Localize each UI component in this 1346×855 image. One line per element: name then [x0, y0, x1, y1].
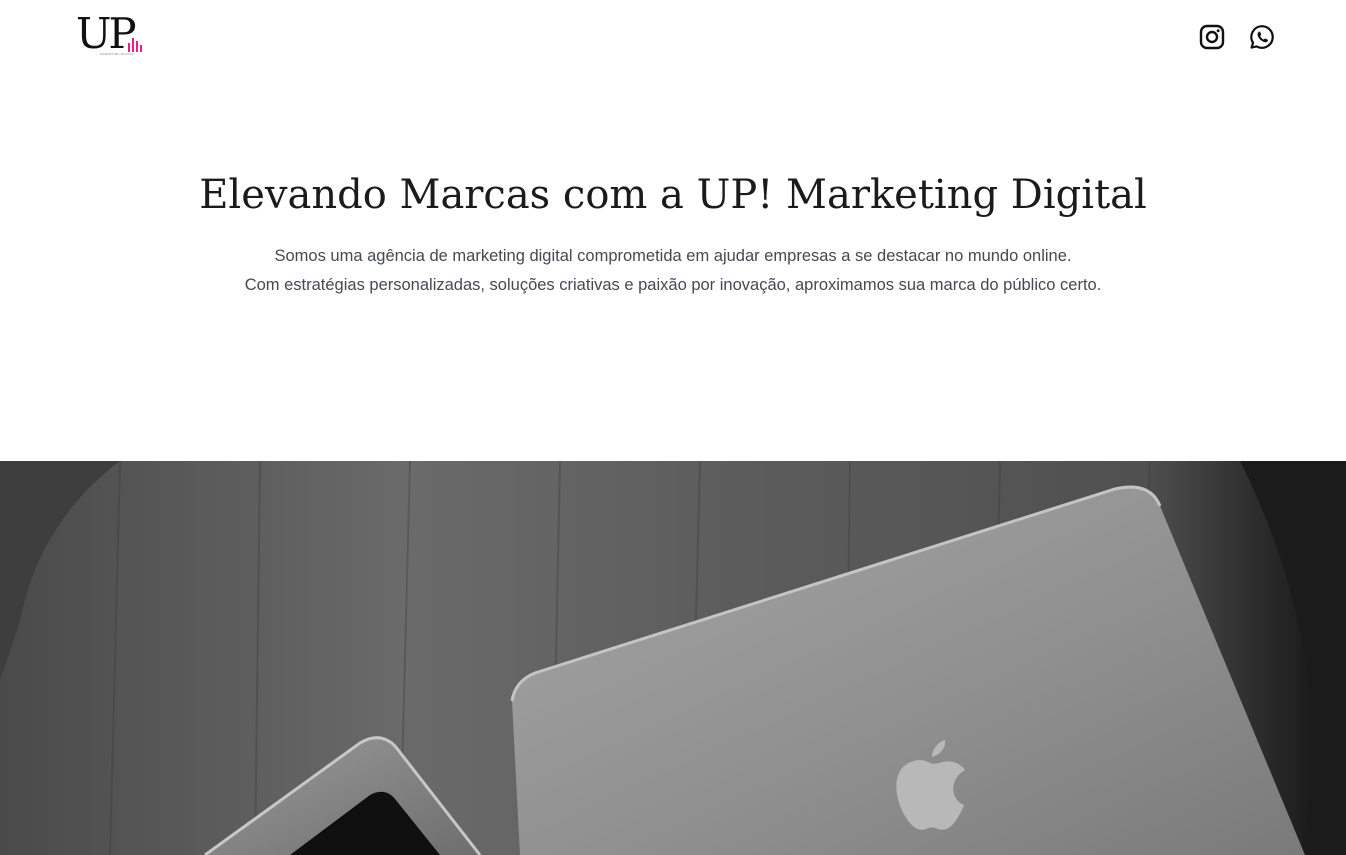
laptop-phone-photo: [0, 461, 1346, 855]
logo-tagline: MARKETING DIGITAL: [100, 52, 134, 56]
logo-bars-icon: [128, 38, 142, 52]
whatsapp-icon: [1250, 25, 1274, 49]
hero-description-line-2: Com estratégias personalizadas, soluções…: [244, 276, 1102, 294]
hero-description-line-1: Somos uma agência de marketing digital c…: [274, 247, 1072, 265]
logo[interactable]: UP MARKETING DIGITAL: [76, 9, 146, 60]
hero-title: Elevando Marcas com a UP! Marketing Digi…: [199, 172, 1147, 218]
instagram-icon: [1199, 24, 1225, 50]
whatsapp-link[interactable]: [1248, 23, 1276, 51]
instagram-link[interactable]: [1198, 23, 1226, 51]
hero-description: Somos uma agência de marketing digital c…: [0, 242, 1346, 300]
hero-photo: [0, 461, 1346, 855]
site-header: UP MARKETING DIGITAL: [0, 0, 1346, 80]
